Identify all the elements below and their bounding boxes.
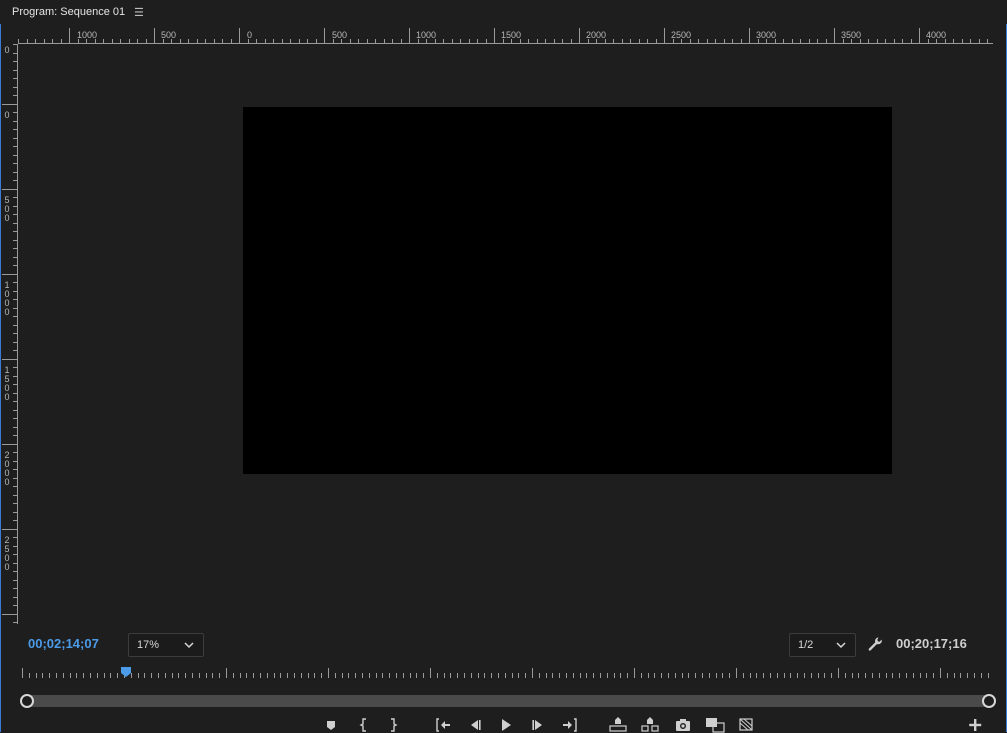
lift-button[interactable] (607, 716, 629, 733)
ruler-label: 4000 (926, 30, 947, 40)
mark-in-icon (359, 718, 366, 732)
ruler-label: 1500 (4, 365, 10, 402)
video-preview[interactable] (243, 107, 892, 474)
camera-icon (676, 719, 690, 731)
plus-icon (969, 719, 982, 731)
ruler-label: 2500 (4, 535, 10, 572)
panel-header: Program: Sequence 01 ☰ (0, 0, 1007, 24)
go-to-in-icon (436, 718, 450, 732)
ruler-label: 1500 (501, 30, 522, 40)
current-timecode[interactable]: 00;02;14;07 (28, 636, 99, 651)
duration-timecode: 00;20;17;16 (896, 636, 967, 651)
vertical-ruler: 0 0 500 1000 1500 2000 2500 (2, 44, 18, 624)
ruler-label: 0 (247, 30, 253, 40)
go-to-in-button[interactable] (432, 716, 454, 733)
export-frame-button[interactable] (672, 716, 694, 733)
step-forward-icon (532, 720, 542, 730)
ruler-label: 500 (332, 30, 348, 40)
go-to-out-button[interactable] (559, 716, 581, 733)
ruler-label: 2500 (671, 30, 692, 40)
play-icon (502, 719, 511, 731)
ruler-label: 1000 (77, 30, 98, 40)
ruler-label: 0 (4, 45, 10, 55)
extract-button[interactable] (639, 716, 661, 733)
step-back-icon (471, 720, 481, 730)
scrollbar-right-handle[interactable] (982, 694, 996, 708)
playhead-icon[interactable] (120, 666, 132, 678)
extract-icon (641, 717, 659, 732)
step-back-button[interactable] (464, 716, 486, 733)
comparison-view-icon (706, 718, 725, 733)
marker-icon (327, 721, 335, 730)
chevron-down-icon (184, 642, 194, 649)
ruler-label: 1000 (4, 280, 10, 317)
step-forward-button[interactable] (527, 716, 549, 733)
wrench-icon[interactable] (867, 636, 883, 652)
ruler-label: 1000 (416, 30, 437, 40)
ruler-label: 0 (4, 110, 10, 120)
zoom-scrollbar[interactable] (20, 694, 996, 708)
proxy-icon (739, 718, 753, 731)
proxy-toggle-button[interactable] (735, 716, 757, 733)
scrollbar-left-handle[interactable] (20, 694, 34, 708)
play-button[interactable] (495, 716, 517, 733)
horizontal-ruler: 1000 500 0 500 1000 1500 2000 2500 3000 … (18, 28, 993, 44)
ruler-label: 500 (161, 30, 177, 40)
button-editor-button[interactable] (964, 716, 986, 733)
hamburger-menu-icon[interactable]: ☰ (134, 6, 144, 19)
ruler-label: 3000 (756, 30, 777, 40)
playback-resolution-select[interactable]: 1/2 (789, 633, 856, 657)
lift-icon (609, 717, 627, 732)
chevron-down-icon (836, 642, 846, 649)
add-marker-button[interactable] (320, 716, 342, 733)
playback-resolution-value: 1/2 (798, 639, 814, 651)
comparison-view-button[interactable] (704, 716, 726, 733)
mark-out-icon (391, 718, 398, 732)
ruler-label: 2000 (4, 450, 10, 487)
ruler-label: 3500 (841, 30, 862, 40)
ruler-label: 500 (4, 195, 10, 223)
mark-in-button[interactable] (353, 716, 375, 733)
panel-title[interactable]: Program: Sequence 01 (12, 6, 125, 18)
go-to-out-icon (563, 718, 577, 732)
transport-controls (0, 716, 1007, 733)
zoom-level-value: 17% (137, 639, 160, 651)
mark-out-button[interactable] (382, 716, 404, 733)
zoom-level-select[interactable]: 17% (128, 633, 204, 657)
ruler-label: 2000 (586, 30, 607, 40)
time-ruler-ticks (22, 668, 995, 678)
time-ruler[interactable] (18, 666, 995, 682)
